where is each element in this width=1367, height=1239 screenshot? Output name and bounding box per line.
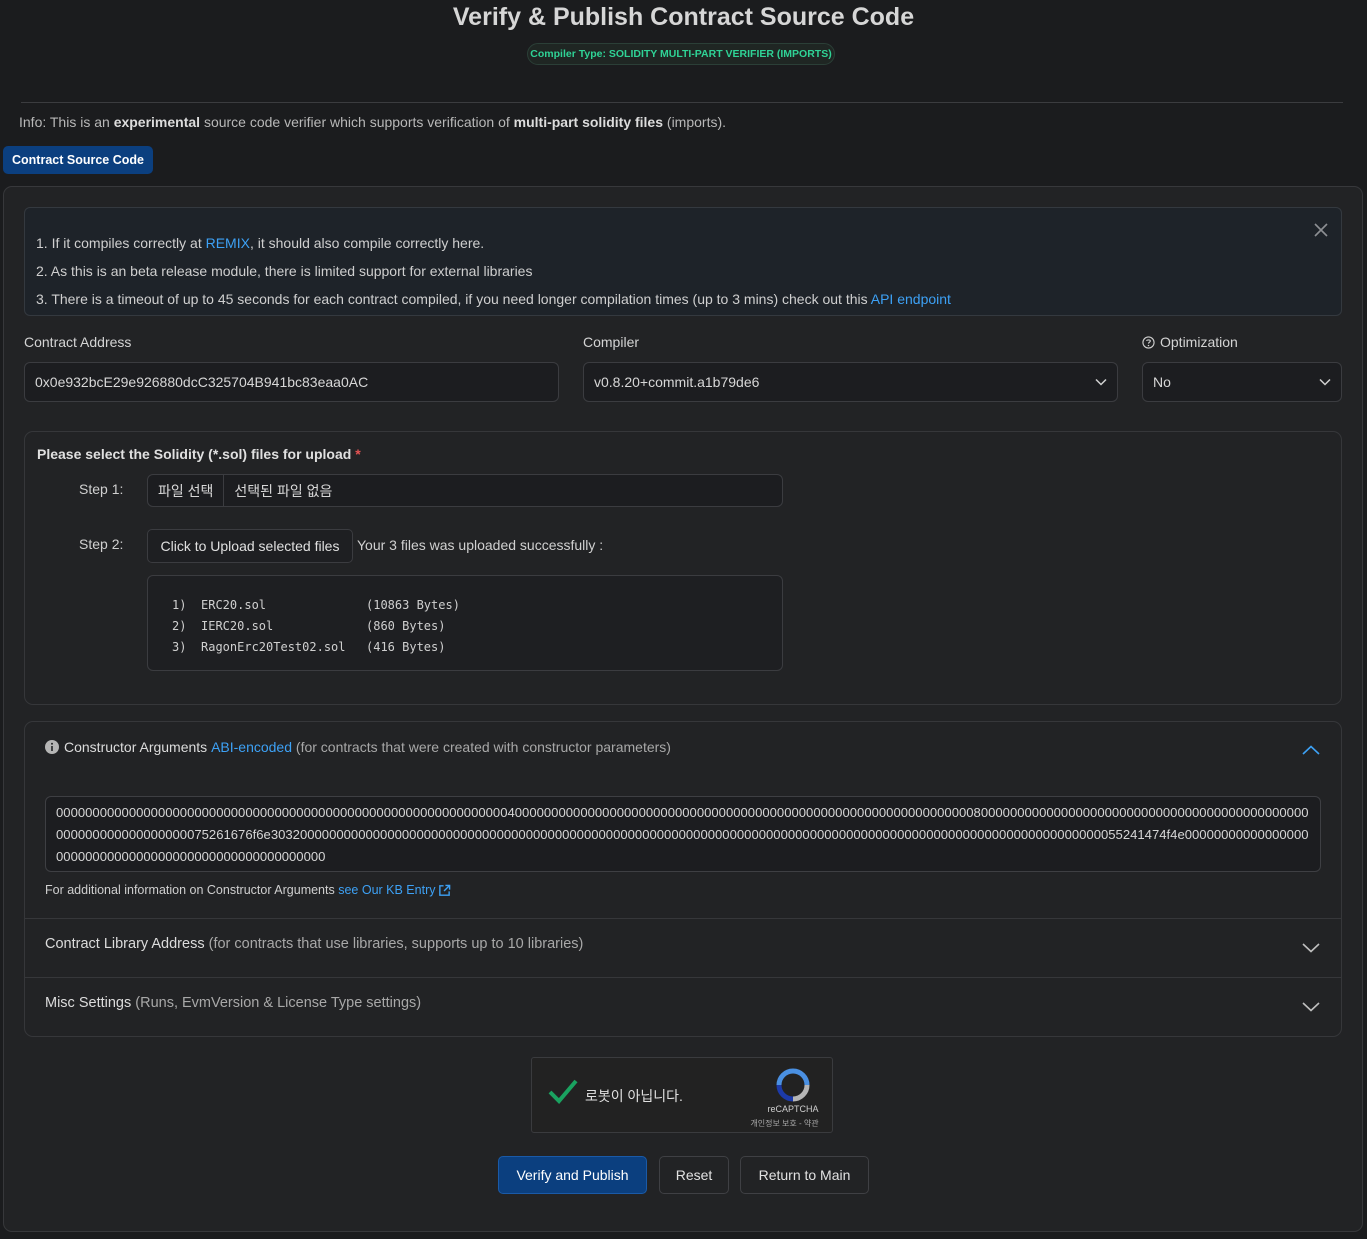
accordion-divider — [25, 977, 1341, 978]
chevron-up-icon[interactable] — [1302, 745, 1320, 755]
tab-contract-source-code[interactable]: Contract Source Code — [3, 146, 153, 174]
notes-alert: 1. If it compiles correctly at REMIX, it… — [24, 207, 1342, 316]
checkmark-icon[interactable] — [548, 1078, 578, 1104]
optimization-select[interactable]: No — [1142, 362, 1342, 402]
note-line-2: 2. As this is an beta release module, th… — [36, 263, 533, 279]
constructor-arguments-input[interactable]: 0000000000000000000000000000000000000000… — [45, 796, 1321, 872]
optimization-label: Optimization — [1142, 334, 1238, 350]
page-title: Verify & Publish Contract Source Code — [452, 3, 915, 31]
remix-link[interactable]: REMIX — [206, 235, 250, 251]
captcha-brand: reCAPTCHA — [767, 1104, 819, 1114]
uploaded-file-list: 1) ERC20.sol (10863 Bytes) 2) IERC20.sol (86… — [147, 575, 783, 671]
upload-title: Please select the Solidity (*.sol) files… — [37, 446, 361, 462]
compiler-type-badge: Compiler Type: SOLIDITY MULTI-PART VERIF… — [527, 43, 835, 65]
captcha-terms-link[interactable]: 개인정보 보호 - 약관 — [732, 1118, 837, 1129]
misc-settings-header[interactable]: Misc Settings (Runs, EvmVersion & Licens… — [45, 995, 421, 1011]
chevron-down-icon[interactable] — [1302, 943, 1320, 953]
contract-address-input[interactable]: 0x0e932bcE29e926880dcC325704B941bc83eaa0… — [24, 362, 559, 402]
constructor-arguments-header[interactable]: Constructor Arguments ABI-encoded (for c… — [45, 739, 671, 755]
upload-success-message: Your 3 files was uploaded successfully : — [357, 537, 604, 553]
list-item: 3) RagonErc20Test02.sol (416 Bytes) — [172, 639, 446, 654]
recaptcha-widget[interactable]: 로봇이 아닙니다. reCAPTCHA 개인정보 보호 - 약관 — [531, 1057, 833, 1133]
verify-publish-button[interactable]: Verify and Publish — [498, 1156, 647, 1194]
kb-entry-link[interactable]: see Our KB Entry — [338, 883, 435, 897]
header-divider — [21, 102, 1343, 103]
question-circle-icon — [1142, 335, 1155, 349]
compiler-select[interactable]: v0.8.20+commit.a1b79de6 — [583, 362, 1118, 402]
close-icon[interactable] — [1313, 222, 1329, 238]
accordion-divider — [25, 918, 1341, 919]
note-line-1: 1. If it compiles correctly at REMIX, it… — [36, 235, 485, 251]
list-item: 2) IERC20.sol (860 Bytes) — [172, 618, 446, 633]
choose-file-button[interactable]: 파일 선택 — [148, 475, 225, 506]
step1-label: Step 1: — [79, 481, 124, 497]
return-to-main-button[interactable]: Return to Main — [740, 1156, 869, 1194]
note-line-3: 3. There is a timeout of up to 45 second… — [36, 291, 951, 307]
external-link-icon — [439, 884, 451, 896]
api-endpoint-link[interactable]: API endpoint — [871, 291, 951, 307]
recaptcha-logo-icon — [776, 1068, 810, 1102]
chevron-down-icon — [1319, 378, 1331, 386]
no-file-text: 선택된 파일 없음 — [234, 482, 333, 499]
abi-encoded-link[interactable]: ABI-encoded — [211, 739, 292, 755]
reset-button[interactable]: Reset — [659, 1156, 729, 1194]
upload-files-button[interactable]: Click to Upload selected files — [147, 529, 353, 563]
compiler-label: Compiler — [583, 334, 640, 350]
contract-address-label: Contract Address — [24, 334, 132, 350]
chevron-down-icon[interactable] — [1302, 1002, 1320, 1012]
captcha-label: 로봇이 아닙니다. — [585, 1088, 683, 1104]
file-chooser[interactable]: 파일 선택 선택된 파일 없음 — [147, 474, 783, 507]
required-mark: * — [355, 446, 361, 462]
list-item: 1) ERC20.sol (10863 Bytes) — [172, 597, 460, 612]
info-circle-icon — [45, 740, 59, 754]
step2-label: Step 2: — [79, 536, 124, 552]
info-text: Info: This is an experimental source cod… — [19, 114, 727, 130]
library-address-header[interactable]: Contract Library Address (for contracts … — [45, 936, 583, 952]
settings-accordion — [24, 721, 1342, 1037]
kb-info: For additional information on Constructo… — [45, 883, 451, 897]
chevron-down-icon — [1095, 378, 1107, 386]
